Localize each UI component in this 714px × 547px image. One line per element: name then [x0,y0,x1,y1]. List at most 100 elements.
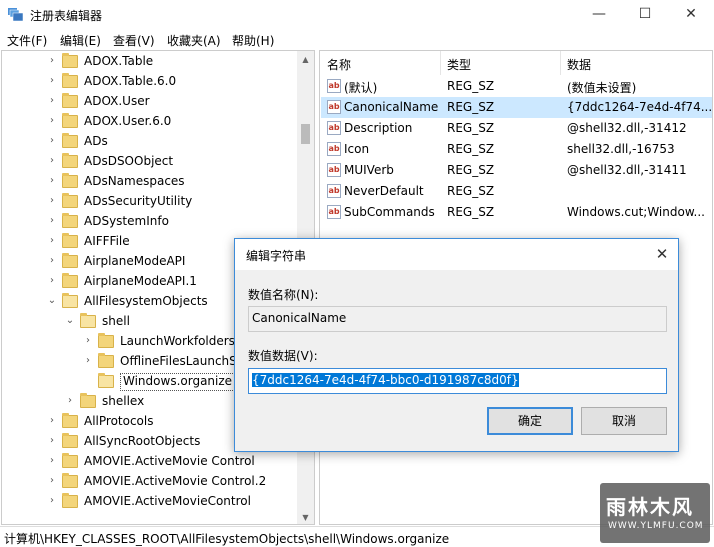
folder-icon [62,293,78,308]
table-row[interactable]: ab SubCommands REG_SZ Windows.cut;Window... [321,202,712,223]
menu-view[interactable]: 查看(V) [113,32,155,49]
folder-icon [98,333,114,348]
tree-item-label: AMOVIE.ActiveMovieControl [84,494,251,508]
folder-icon [80,313,96,328]
scroll-thumb[interactable] [301,124,310,144]
chevron-right-icon[interactable]: › [47,175,57,186]
tree-item[interactable]: › AMOVIE.ActiveMovie Control [2,452,302,472]
tree-item-label: AirplaneModeAPI [84,254,186,268]
string-value-icon: ab [327,121,341,135]
ok-button[interactable]: 确定 [487,407,573,435]
tree-item-label: AMOVIE.ActiveMovie Control [84,454,255,468]
chevron-right-icon[interactable]: › [47,195,57,206]
value-name-label: 数值名称(N): [248,288,319,302]
folder-icon [62,453,78,468]
menu-file[interactable]: 文件(F) [7,32,47,49]
table-row[interactable]: ab NeverDefault REG_SZ [321,181,712,202]
tree-item-label: shellex [102,394,145,408]
column-header-data[interactable]: 数据 [567,56,591,73]
chevron-right-icon[interactable]: › [47,455,57,466]
folder-icon [62,233,78,248]
column-separator[interactable] [440,51,441,75]
folder-icon [62,53,78,68]
value-data-cell: shell32.dll,-16753 [567,142,675,156]
folder-icon [62,433,78,448]
chevron-right-icon[interactable]: › [47,55,57,66]
value-data-cell: (数值未设置) [567,81,637,95]
dialog-close-icon[interactable]: ✕ [646,239,678,270]
chevron-right-icon[interactable]: › [47,475,57,486]
menu-edit[interactable]: 编辑(E) [60,32,101,49]
tree-item[interactable]: › ADOX.Table.6.0 [2,72,302,92]
tree-item-label: AllProtocols [84,414,154,428]
table-row[interactable]: ab CanonicalName REG_SZ {7ddc1264-7e4d-4f74… [321,97,712,118]
string-value-icon: ab [327,79,341,93]
table-row[interactable]: ab MUIVerb REG_SZ @shell32.dll,-31411 [321,160,712,181]
tree-item[interactable]: › ADOX.User [2,92,302,112]
value-name-cell: MUIVerb [344,163,394,177]
chevron-right-icon[interactable]: › [47,95,57,106]
chevron-right-icon[interactable]: › [47,275,57,286]
tree-item-label: AllFilesystemObjects [84,294,208,308]
chevron-right-icon[interactable]: › [47,215,57,226]
chevron-right-icon[interactable]: › [47,155,57,166]
chevron-right-icon[interactable]: › [47,135,57,146]
chevron-right-icon[interactable]: › [47,495,57,506]
value-name-cell: CanonicalName [344,100,439,114]
cancel-button[interactable]: 取消 [581,407,667,435]
chevron-right-icon[interactable]: › [47,415,57,426]
tree-item[interactable]: › ADOX.User.6.0 [2,112,302,132]
table-row[interactable]: ab Description REG_SZ @shell32.dll,-31412 [321,118,712,139]
registry-editor-icon [8,8,24,22]
folder-icon [62,113,78,128]
window-title: 注册表编辑器 [30,9,103,23]
minimize-button[interactable]: — [576,0,622,30]
string-value-icon: ab [327,163,341,177]
tree-item[interactable]: › AMOVIE.ActiveMovieControl [2,492,302,512]
tree-item-label: shell [102,314,130,328]
chevron-right-icon[interactable]: › [47,235,57,246]
watermark-text: 雨林木风 [606,495,694,519]
tree-item[interactable]: › ADs [2,132,302,152]
tree-item[interactable]: › ADOX.Table [2,52,302,72]
column-separator[interactable] [560,51,561,75]
table-row[interactable]: ab Icon REG_SZ shell32.dll,-16753 [321,139,712,160]
menu-help[interactable]: 帮助(H) [232,32,274,49]
table-row[interactable]: ab (默认) REG_SZ (数值未设置) [321,76,712,97]
folder-icon [62,253,78,268]
chevron-right-icon[interactable]: › [47,115,57,126]
close-window-button[interactable]: ✕ [668,0,714,30]
chevron-right-icon[interactable]: › [65,395,75,406]
value-name-cell: SubCommands [344,205,435,219]
tree-item-label: ADs [84,134,108,148]
tree-item-label: ADOX.Table.6.0 [84,74,177,88]
value-name-cell: NeverDefault [344,184,424,198]
chevron-down-icon[interactable]: ⌄ [65,315,75,326]
folder-icon [62,153,78,168]
tree-item[interactable]: › ADsNamespaces [2,172,302,192]
chevron-right-icon[interactable]: › [47,435,57,446]
tree-item-label: AllSyncRootObjects [84,434,201,448]
chevron-right-icon[interactable]: › [83,355,93,366]
status-path: 计算机\HKEY_CLASSES_ROOT\AllFilesystemObjec… [4,532,450,546]
column-header-type[interactable]: 类型 [447,56,471,73]
tree-item[interactable]: › ADsSecurityUtility [2,192,302,212]
tree-item[interactable]: › AMOVIE.ActiveMovie Control.2 [2,472,302,492]
maximize-button[interactable]: ☐ [622,0,668,30]
chevron-right-icon[interactable]: › [47,255,57,266]
chevron-right-icon[interactable]: › [47,75,57,86]
value-name-text: CanonicalName [252,311,347,325]
string-value-icon: ab [327,205,341,219]
string-value-icon: ab [327,100,341,114]
value-data-input[interactable]: {7ddc1264-7e4d-4f74-bbc0-d191987c8d0f} [248,368,667,394]
tree-item[interactable]: › ADSystemInfo [2,212,302,232]
column-header-name[interactable]: 名称 [327,56,351,73]
folder-icon [62,73,78,88]
menu-favorites[interactable]: 收藏夹(A) [167,32,221,49]
chevron-down-icon[interactable]: ⌄ [47,295,57,306]
chevron-right-icon[interactable]: › [83,335,93,346]
value-data-label: 数值数据(V): [248,349,318,363]
value-type-cell: REG_SZ [447,79,495,93]
menu-bar: 文件(F) 编辑(E) 查看(V) 收藏夹(A) 帮助(H) [0,30,714,50]
tree-item[interactable]: › ADsDSOObject [2,152,302,172]
